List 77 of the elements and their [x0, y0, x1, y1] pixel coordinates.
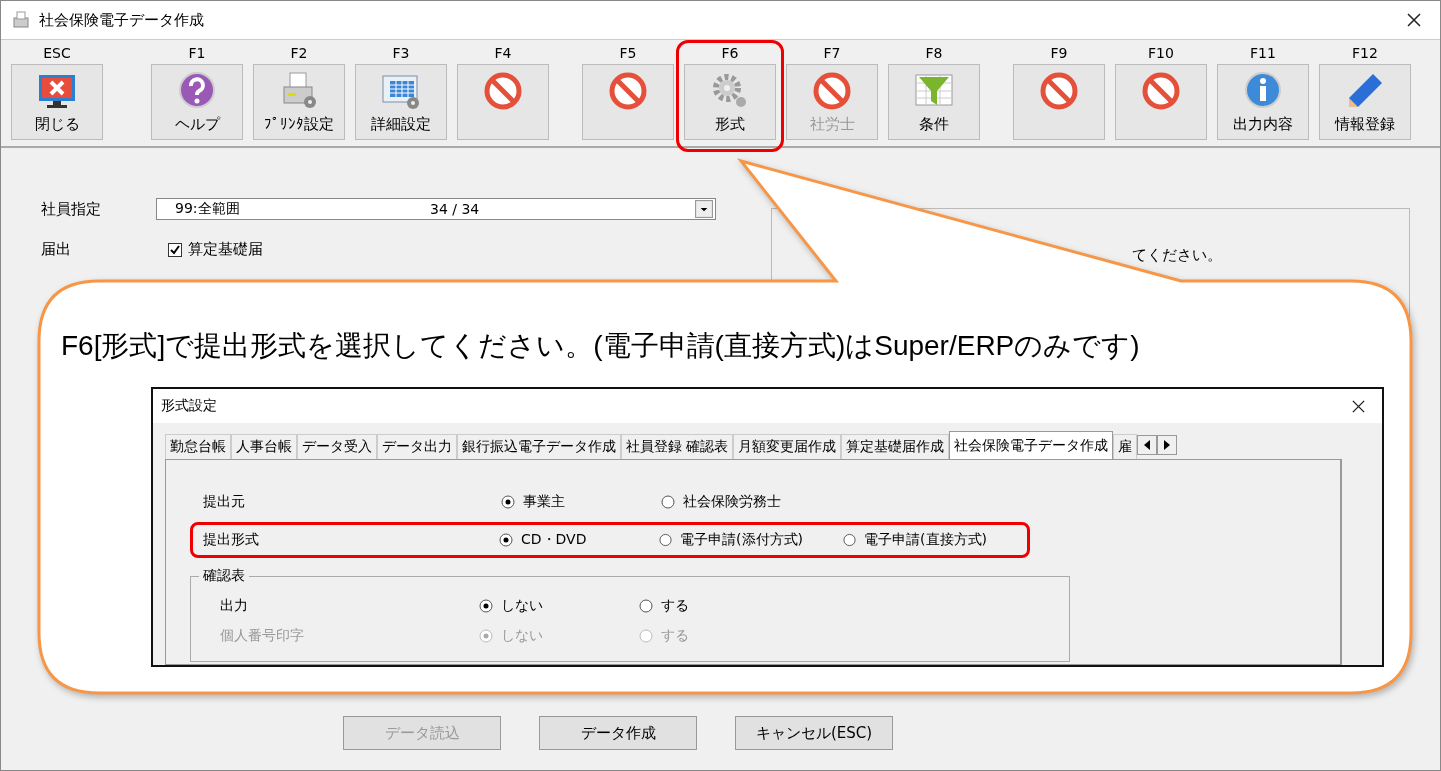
radio-button[interactable] [843, 533, 857, 547]
option-label: 個人番号印字 [219, 627, 305, 645]
toolbar-button[interactable]: 情報登録 [1319, 64, 1411, 140]
tab[interactable]: 社員登録 確認表 [621, 434, 734, 459]
key-label: F2 [290, 44, 308, 63]
close-icon[interactable] [1406, 12, 1422, 28]
tab[interactable]: データ出力 [377, 434, 457, 459]
tab[interactable]: 算定基礎届作成 [841, 434, 950, 459]
toolbar-button[interactable]: 形式 [684, 64, 776, 140]
tab[interactable]: 月額変更届作成 [733, 434, 842, 459]
key-label: F11 [1250, 44, 1276, 63]
radio-label[interactable]: 電子申請(添付方式) [680, 531, 803, 549]
radio-label[interactable]: する [661, 597, 689, 615]
tab[interactable]: 銀行振込電子データ作成 [457, 434, 621, 459]
toolbar-button[interactable] [582, 64, 674, 140]
toolbar-button[interactable] [457, 64, 549, 140]
tab-scroll-right-icon[interactable] [1157, 435, 1178, 455]
key-label: F10 [1148, 44, 1174, 63]
window-title: 社会保険電子データ作成 [39, 10, 205, 30]
close-icon[interactable] [1351, 398, 1366, 414]
tab[interactable]: 雇 [1113, 434, 1138, 459]
dialog-title: 形式設定 [161, 397, 218, 415]
radio-button[interactable] [499, 533, 514, 547]
toolbar-button[interactable] [1013, 64, 1105, 140]
toolbar-button[interactable]: 閉じる [11, 64, 103, 140]
radio-label[interactable]: 電子申請(直接方式) [864, 531, 987, 549]
radio-label[interactable]: CD・DVD [521, 531, 587, 549]
toolbar-button[interactable] [1115, 64, 1207, 140]
key-label: F12 [1352, 44, 1378, 63]
radio-button[interactable] [639, 599, 653, 613]
tab[interactable]: 人事台帳 [231, 434, 297, 459]
tab[interactable]: データ受入 [297, 434, 377, 459]
tab-scroll-left-icon[interactable] [1137, 435, 1158, 455]
radio-label[interactable]: 社会保険労務士 [683, 493, 781, 511]
field-label: 社員指定 [41, 199, 102, 219]
radio-button[interactable] [479, 599, 493, 613]
panel-message: てください。 [1132, 246, 1222, 264]
group-title: 確認表 [199, 567, 249, 585]
action-button[interactable]: キャンセル(ESC) [735, 716, 893, 750]
action-button[interactable]: データ作成 [539, 716, 697, 750]
key-label: F5 [619, 44, 637, 63]
tab[interactable]: 社会保険電子データ作成 [949, 431, 1114, 459]
key-label: F6 [721, 44, 739, 63]
prohibited-icon [1039, 71, 1079, 111]
employee-dropdown[interactable]: 99:全範囲 34 / 34 [156, 198, 716, 220]
key-label: F3 [392, 44, 410, 63]
toolbar-button[interactable]: ﾌﾟﾘﾝﾀ設定 [253, 64, 345, 140]
key-label: F1 [188, 44, 206, 63]
toolbar-button[interactable]: ヘルプ [151, 64, 243, 140]
tab[interactable]: 勤怠台帳 [165, 434, 231, 459]
checkbox-label[interactable]: 算定基礎届 [188, 240, 263, 259]
radio-button[interactable] [501, 495, 515, 509]
prohibited-icon [812, 71, 852, 111]
radio-label[interactable]: しない [501, 597, 543, 615]
callout-text: F6[形式]で提出形式を選択してください。(電子申請(直接方式)はSuper/ERPのみです) [61, 329, 1141, 363]
key-label: F8 [925, 44, 943, 63]
option-label: 提出形式 [202, 531, 260, 549]
info-icon [1243, 71, 1283, 111]
toolbar-button[interactable]: 条件 [888, 64, 980, 140]
prohibited-icon [1141, 71, 1181, 111]
toolbar-button[interactable]: 出力内容 [1217, 64, 1309, 140]
key-label: F4 [494, 44, 512, 63]
checkbox[interactable] [168, 242, 182, 257]
radio-button[interactable] [661, 495, 675, 509]
key-label: F7 [823, 44, 841, 63]
app-icon [11, 10, 31, 30]
toolbar-button[interactable]: 詳細設定 [355, 64, 447, 140]
radio-button[interactable] [659, 533, 673, 547]
key-label: ESC [43, 44, 71, 63]
prohibited-icon [483, 71, 523, 111]
key-label: F9 [1050, 44, 1068, 63]
radio-label[interactable]: 事業主 [523, 493, 565, 511]
field-label: 届出 [41, 240, 72, 259]
prohibited-icon [608, 71, 648, 111]
question-icon [177, 71, 217, 111]
option-label: 出力 [219, 597, 249, 615]
option-label: 提出元 [202, 493, 246, 511]
